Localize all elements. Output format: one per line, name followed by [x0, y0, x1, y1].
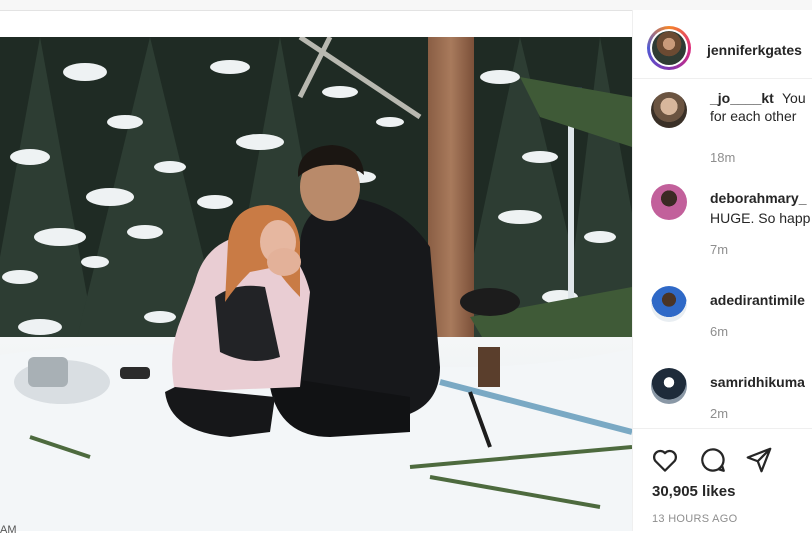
comment-username[interactable]: samridhikuma: [710, 374, 805, 390]
post-photo-image: [0, 37, 632, 531]
share-icon[interactable]: [744, 445, 774, 475]
post-username[interactable]: jenniferkgates: [707, 42, 802, 58]
comment-time[interactable]: 6m: [710, 324, 728, 339]
comment-item: adedirantimile 6m: [633, 286, 812, 376]
likes-count[interactable]: 30,905 likes: [652, 483, 735, 500]
comment-text: HUGE. So happ: [710, 210, 811, 226]
post-timestamp[interactable]: 13 HOURS AGO: [652, 513, 738, 525]
instagram-post-window: jenniferkgates _jo____kt You for each ot…: [0, 0, 812, 541]
comment-text: You: [782, 90, 806, 106]
comment-time[interactable]: 2m: [710, 406, 728, 421]
comment-username[interactable]: deborahmary_: [710, 190, 806, 206]
post-sidebar: jenniferkgates _jo____kt You for each ot…: [632, 10, 812, 532]
commenter-avatar[interactable]: [651, 286, 687, 322]
comment-username[interactable]: _jo____kt: [710, 90, 774, 106]
comment-text-continued: for each other: [710, 108, 797, 124]
comment-time[interactable]: 7m: [710, 242, 728, 257]
post-actions: 30,905 likes 13 HOURS AGO: [633, 428, 812, 532]
commenter-avatar[interactable]: [651, 184, 687, 220]
commenter-avatar[interactable]: [651, 92, 687, 128]
comment-item: _jo____kt You for each other 18m: [633, 90, 812, 182]
comment-time[interactable]: 18m: [710, 150, 735, 165]
comment-item: deborahmary_ HUGE. So happ 7m: [633, 184, 812, 274]
corner-label: AM: [0, 524, 17, 536]
commenter-avatar[interactable]: [651, 368, 687, 404]
comment-username[interactable]: adedirantimile: [710, 292, 805, 308]
comment-icon[interactable]: [698, 445, 728, 475]
post-photo[interactable]: [0, 37, 632, 531]
profile-avatar[interactable]: [647, 26, 691, 70]
heart-icon[interactable]: [650, 445, 680, 475]
post-header: jenniferkgates: [633, 10, 812, 79]
